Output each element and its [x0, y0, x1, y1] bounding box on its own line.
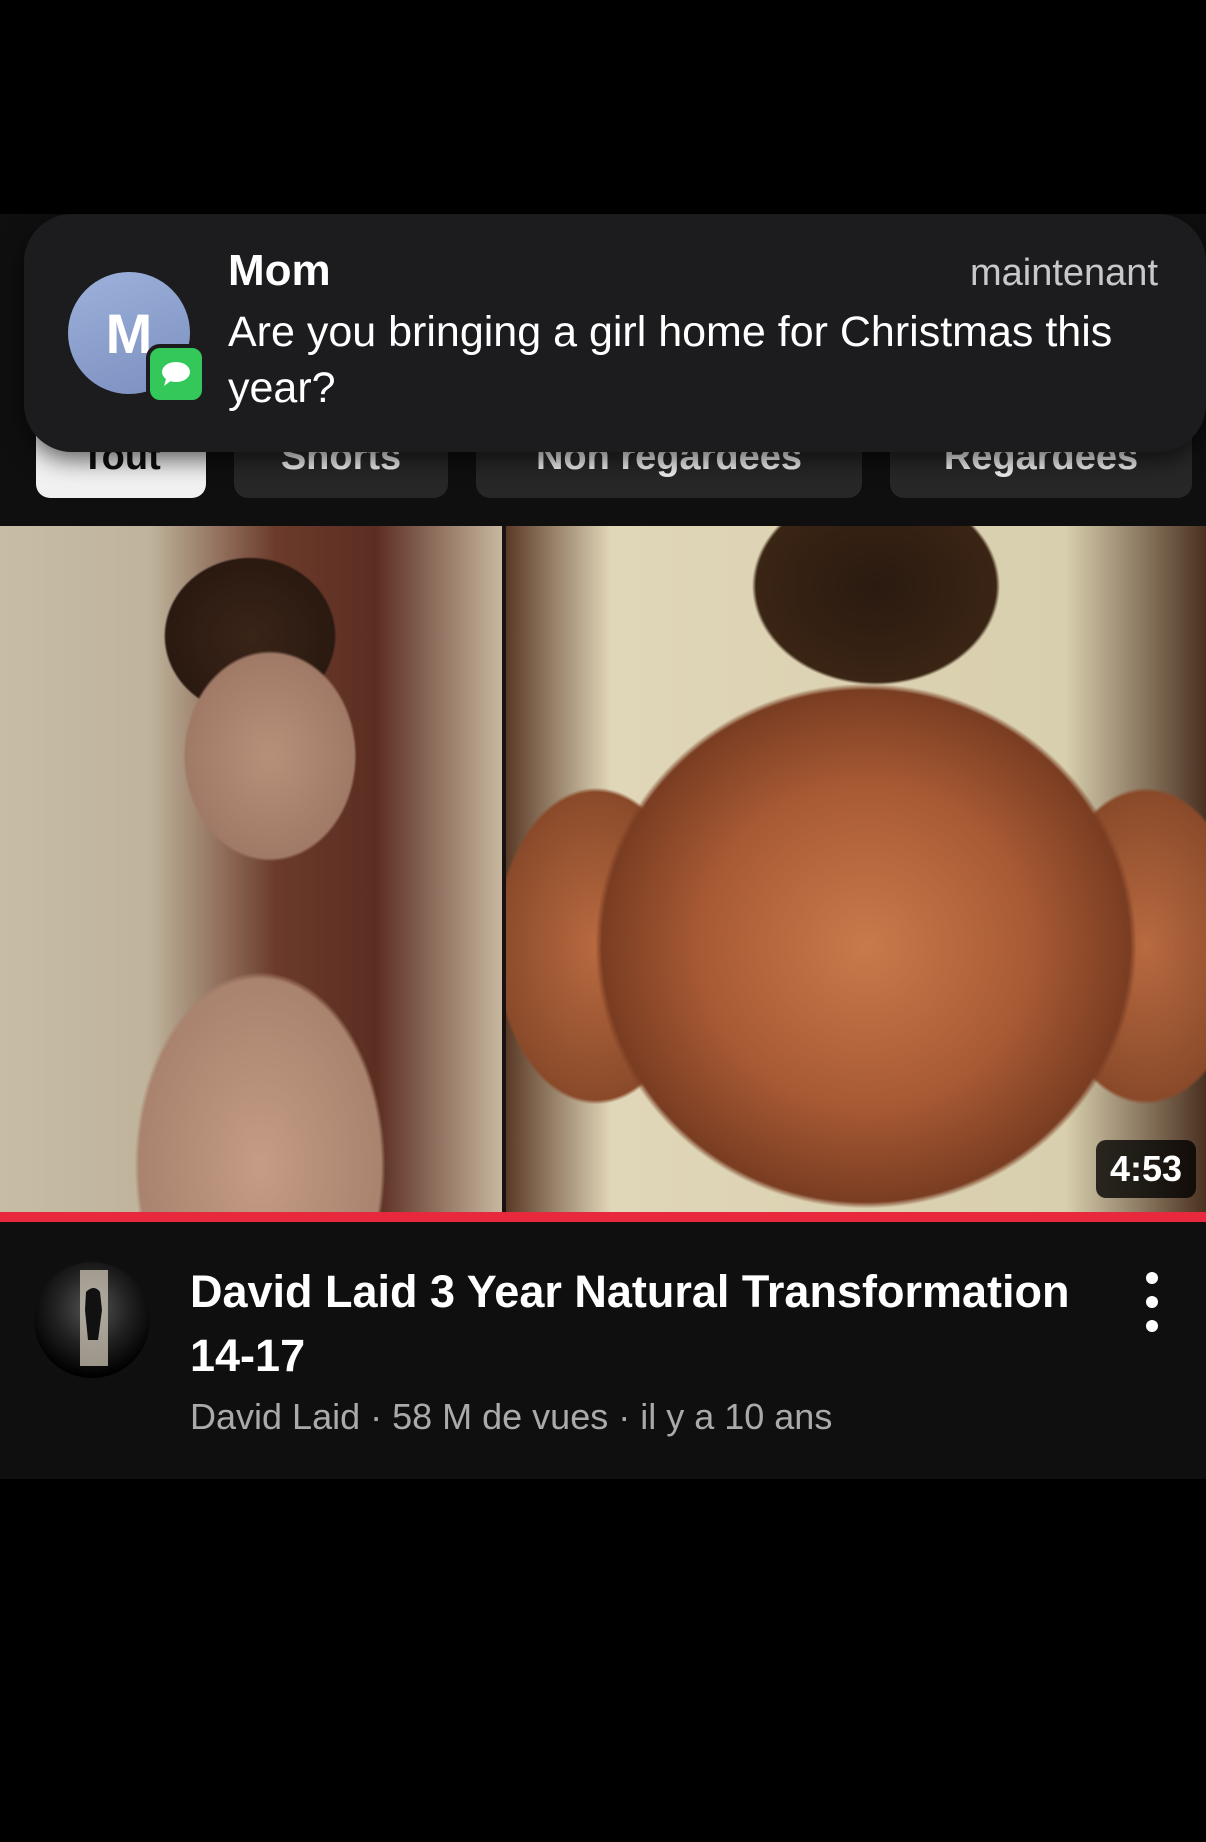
notification-banner[interactable]: M Mom maintenant Are you bringing a girl…	[24, 214, 1206, 452]
duration-badge: 4:53	[1095, 1140, 1196, 1198]
more-vert-icon[interactable]	[1128, 1266, 1176, 1338]
watch-progress-bar	[0, 1212, 1206, 1222]
channel-avatar[interactable]	[34, 1262, 150, 1378]
thumbnail-after-image	[506, 526, 1206, 1212]
video-title[interactable]: David Laid 3 Year Natural Transformation…	[190, 1260, 1090, 1388]
video-meta: David Laid · 58 M de vues · il y a 10 an…	[190, 1396, 833, 1437]
video-thumbnail[interactable]: 4:53	[0, 526, 1206, 1212]
notification-sender: Mom	[228, 246, 331, 295]
messages-icon	[146, 344, 206, 404]
thumbnail-before-image	[0, 526, 502, 1212]
notification-body: Are you bringing a girl home for Christm…	[228, 308, 1113, 412]
notification-time: maintenant	[969, 252, 1158, 294]
